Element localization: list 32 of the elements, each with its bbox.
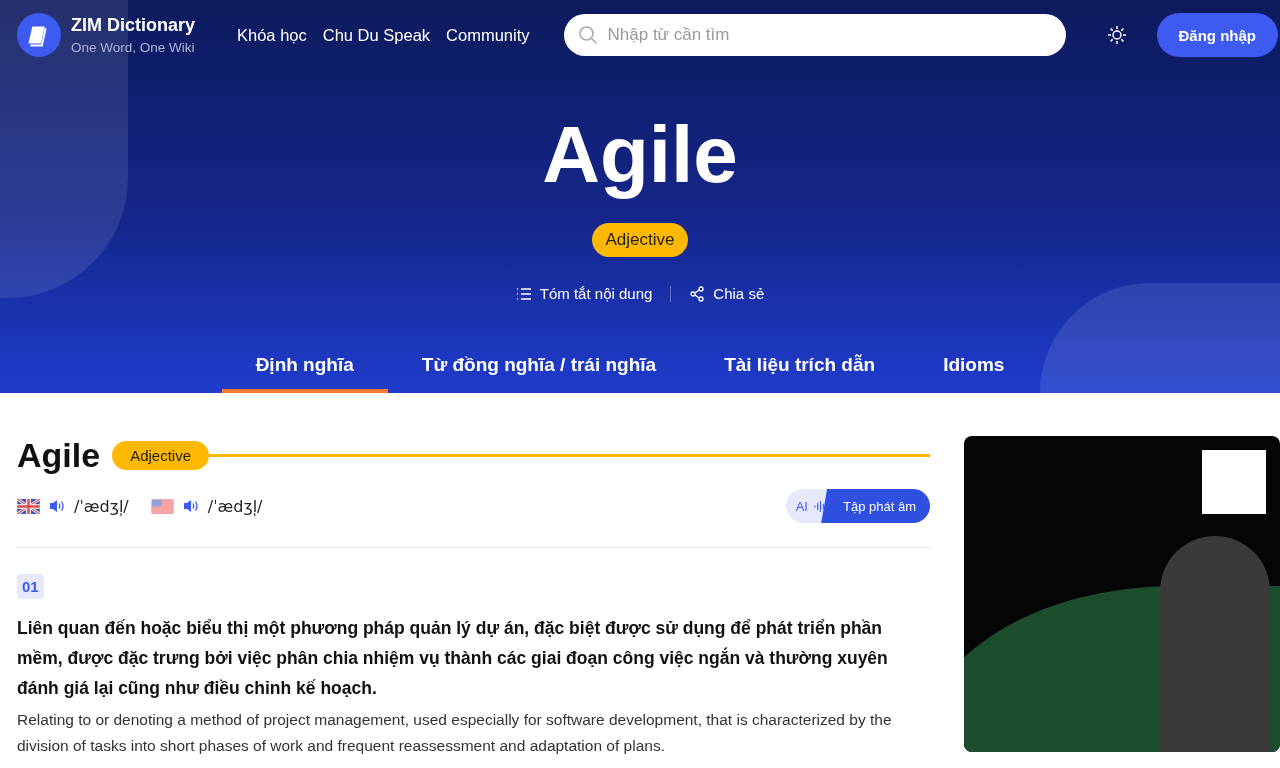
theme-toggle-sun-icon[interactable] bbox=[1106, 25, 1127, 45]
tab[interactable]: Idioms bbox=[909, 342, 1039, 393]
us-flag-icon bbox=[150, 498, 174, 514]
uk-flag-icon bbox=[17, 498, 40, 514]
speaker-icon[interactable] bbox=[182, 498, 199, 514]
sound-wave-icon bbox=[814, 499, 827, 513]
login-button[interactable]: Đăng nhập bbox=[1156, 13, 1278, 57]
nav-link[interactable]: Chu Du Speak bbox=[322, 25, 431, 45]
entry-word: Agile bbox=[17, 436, 101, 475]
part-of-speech-badge: Adjective bbox=[112, 441, 209, 470]
phonetic-text: /ˈædʒl̩/ bbox=[74, 496, 129, 516]
phonetic-text: /ˈædʒl̩/ bbox=[207, 496, 263, 516]
brand-tagline: One Word, One Wiki bbox=[71, 40, 195, 55]
action-link[interactable]: Chia sẻ bbox=[689, 285, 765, 302]
nav-link[interactable]: Community bbox=[446, 25, 530, 45]
speaker-icon[interactable] bbox=[49, 498, 65, 514]
tab[interactable]: Tài liệu trích dẫn bbox=[690, 342, 910, 393]
action-link[interactable]: Tóm tắt nội dung bbox=[515, 285, 653, 302]
brand-name[interactable]: ZIM Dictionary bbox=[71, 15, 195, 36]
definition-vietnamese: Liên quan đến hoặc biểu thị một phương pháp quản lý dự án, đặc biệt được sử dụng để phát triển phần mềm, được đặc trưng bởi việc phân chia nhiệm vụ thành các giai đoạn công việc ngắn và thường xuyên đánh giá lại cũng như điều chỉnh kế hoạch. bbox=[17, 617, 889, 700]
nav-link[interactable]: Khóa học bbox=[237, 25, 307, 45]
search-field[interactable]: Nhập từ cần tìm bbox=[563, 14, 1066, 56]
list-icon bbox=[515, 285, 532, 302]
book-logo-icon[interactable] bbox=[17, 13, 61, 57]
tab[interactable]: Từ đồng nghĩa / trái nghĩa bbox=[387, 342, 691, 393]
definition-english: Relating to or denoting a method of project management, used especially for software development, that is characterized by the division of tasks into short phases of work and frequent reassessment and adaptation of plans. bbox=[17, 710, 893, 756]
part-of-speech-badge: Adjective bbox=[591, 223, 689, 257]
pronunciation-practice-button[interactable]: AI Tập phát âm bbox=[785, 489, 930, 523]
advertisement-banner[interactable] bbox=[964, 436, 1280, 752]
share-icon bbox=[689, 285, 706, 302]
tab[interactable]: Định nghĩa bbox=[221, 342, 388, 393]
sense-number: 01 bbox=[17, 574, 44, 599]
